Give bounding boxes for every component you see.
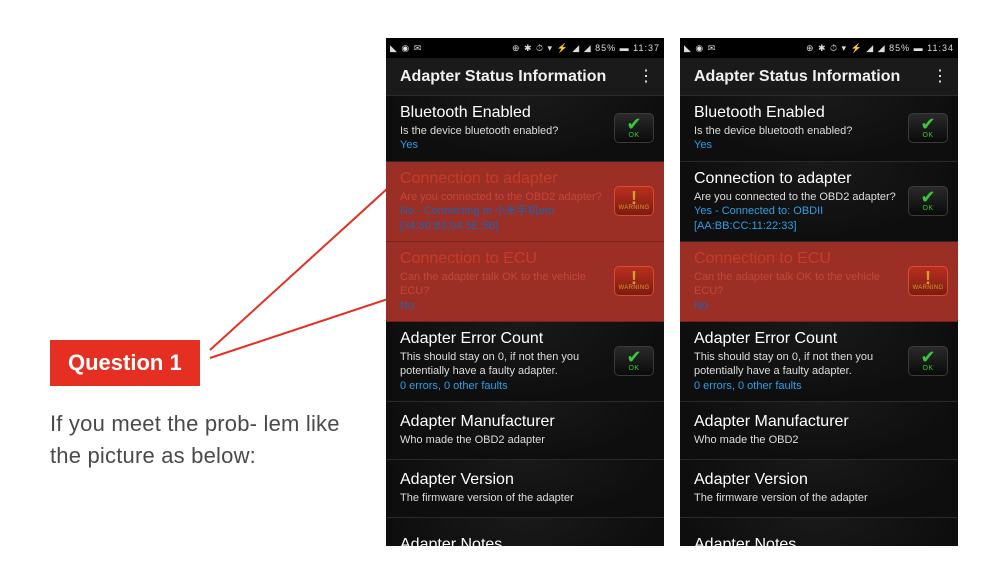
item-subtitle: Can the adapter talk OK to the vehicle E… [694,270,900,299]
item-title: Connection to adapter [694,169,900,188]
status-ok-icon: ✔OK [614,346,654,376]
status-item[interactable]: Bluetooth Enabled Is the device bluetooth… [680,96,958,162]
status-left-icons: ◣ ◉ ✉ [390,43,422,54]
item-value: 0 errors, 0 other faults [694,379,900,393]
app-bar: Adapter Status Information ⋮ [680,58,958,96]
item-title: Adapter Notes [400,535,654,546]
item-value: No [400,299,606,313]
item-value: Yes - Connected to: OBDII [AA:BB:CC:11:2… [694,204,900,233]
app-bar-title: Adapter Status Information [400,68,606,86]
overflow-menu-icon[interactable]: ⋮ [638,69,654,85]
item-subtitle: This should stay on 0, if not then you p… [694,350,900,379]
status-list: Bluetooth Enabled Is the device bluetooth… [386,96,664,546]
item-value: No - Connecting to 小米手机eto [34:80:B3:04:… [400,204,606,233]
status-item[interactable]: Connection to ECU Can the adapter talk OK… [386,242,664,322]
item-subtitle: Is the device bluetooth enabled? [400,124,606,138]
overflow-menu-icon[interactable]: ⋮ [932,69,948,85]
item-title: Bluetooth Enabled [400,103,606,122]
item-title: Adapter Version [400,470,654,489]
item-subtitle: Are you connected to the OBD2 adapter? [694,190,900,204]
item-subtitle: Are you connected to the OBD2 adapter? [400,190,606,204]
status-item[interactable]: Adapter Version The firmware version of t… [680,460,958,518]
item-title: Adapter Error Count [694,329,900,348]
status-list: Bluetooth Enabled Is the device bluetooth… [680,96,958,546]
status-item[interactable]: Adapter Manufacturer Who made the OBD2 ad… [386,402,664,460]
item-subtitle: Can the adapter talk OK to the vehicle E… [400,270,606,299]
status-item[interactable]: Bluetooth Enabled Is the device bluetooth… [386,96,664,162]
status-right-icons: ⊕ ✱ ⏱ ▾ ⚡ ◢ ◢ 85% ▬ 11:37 [512,43,660,54]
question-badge: Question 1 [50,340,200,386]
status-item[interactable]: Adapter Notes [386,518,664,546]
status-warning-icon: !WARNING [614,186,654,216]
phone-screenshot-right: ◣ ◉ ✉ ⊕ ✱ ⏱ ▾ ⚡ ◢ ◢ 85% ▬ 11:34 Adapter … [680,38,958,546]
item-subtitle: Who made the OBD2 [694,433,948,447]
callout-text: If you meet the prob- lem like the pictu… [50,408,350,472]
item-title: Adapter Manufacturer [694,412,948,431]
item-subtitle: Is the device bluetooth enabled? [694,124,900,138]
item-title: Adapter Manufacturer [400,412,654,431]
item-value: Yes [694,138,900,152]
item-title: Bluetooth Enabled [694,103,900,122]
callout-area: Question 1 If you meet the prob- lem lik… [50,340,350,472]
status-item[interactable]: Adapter Error Count This should stay on 0… [386,322,664,402]
status-ok-icon: ✔OK [614,113,654,143]
item-title: Connection to ECU [400,249,606,268]
status-item[interactable]: Adapter Version The firmware version of t… [386,460,664,518]
item-value: 0 errors, 0 other faults [400,379,606,393]
item-subtitle: The firmware version of the adapter [400,491,654,505]
item-title: Adapter Error Count [400,329,606,348]
status-ok-icon: ✔OK [908,113,948,143]
status-left-icons: ◣ ◉ ✉ [684,43,716,54]
item-subtitle: This should stay on 0, if not then you p… [400,350,606,379]
item-value: No [694,299,900,313]
item-title: Adapter Version [694,470,948,489]
app-bar-title: Adapter Status Information [694,68,900,86]
status-ok-icon: ✔OK [908,346,948,376]
status-item[interactable]: Adapter Error Count This should stay on 0… [680,322,958,402]
status-ok-icon: ✔OK [908,186,948,216]
item-title: Connection to adapter [400,169,606,188]
app-bar: Adapter Status Information ⋮ [386,58,664,96]
status-item[interactable]: Connection to adapter Are you connected t… [386,162,664,242]
item-title: Connection to ECU [694,249,900,268]
status-item[interactable]: Connection to ECU Can the adapter talk OK… [680,242,958,322]
item-title: Adapter Notes [694,535,948,546]
android-status-bar: ◣ ◉ ✉ ⊕ ✱ ⏱ ▾ ⚡ ◢ ◢ 85% ▬ 11:34 [680,38,958,58]
item-value: Yes [400,138,606,152]
android-status-bar: ◣ ◉ ✉ ⊕ ✱ ⏱ ▾ ⚡ ◢ ◢ 85% ▬ 11:37 [386,38,664,58]
item-subtitle: The firmware version of the adapter [694,491,948,505]
item-subtitle: Who made the OBD2 adapter [400,433,654,447]
status-item[interactable]: Connection to adapter Are you connected t… [680,162,958,242]
phone-screenshot-left: ◣ ◉ ✉ ⊕ ✱ ⏱ ▾ ⚡ ◢ ◢ 85% ▬ 11:37 Adapter … [386,38,664,546]
status-item[interactable]: Adapter Manufacturer Who made the OBD2 [680,402,958,460]
status-item[interactable]: Adapter Notes [680,518,958,546]
status-warning-icon: !WARNING [908,266,948,296]
status-right-icons: ⊕ ✱ ⏱ ▾ ⚡ ◢ ◢ 85% ▬ 11:34 [806,43,954,54]
status-warning-icon: !WARNING [614,266,654,296]
